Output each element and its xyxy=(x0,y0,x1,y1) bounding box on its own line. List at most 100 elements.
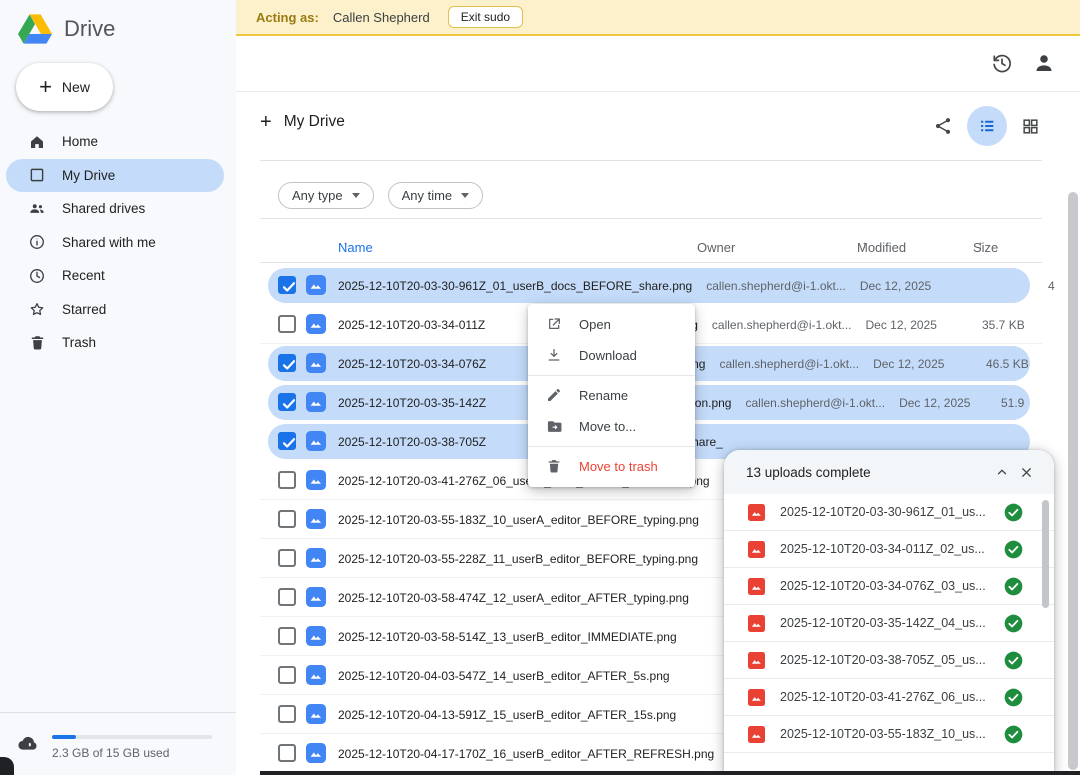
menu-item-open[interactable]: Open xyxy=(528,309,695,340)
filter-type-chip[interactable]: Any type xyxy=(278,182,374,209)
file-name: 2025-12-10T20-03-58-514Z_13_userB_editor… xyxy=(338,630,677,644)
account-icon[interactable] xyxy=(1032,51,1056,75)
sidebar-item-trash[interactable]: Trash xyxy=(6,326,224,360)
upload-file-name: 2025-12-10T20-03-35-142Z_04_us... xyxy=(780,616,986,630)
menu-item-download[interactable]: Download xyxy=(528,340,695,371)
sidebar-item-recent[interactable]: Recent xyxy=(6,259,224,293)
acting-as-banner: Acting as: Callen Shepherd Exit sudo xyxy=(236,0,1080,36)
file-size: 35.7 KB xyxy=(982,318,1025,332)
divider xyxy=(260,262,1042,263)
menu-item-move-to-trash[interactable]: Move to trash xyxy=(528,451,695,482)
sidebar-item-label: Home xyxy=(62,134,98,149)
sidebar-item-starred[interactable]: Starred xyxy=(6,293,224,327)
menu-item-rename[interactable]: Rename xyxy=(528,380,695,411)
row-checkbox[interactable] xyxy=(278,276,296,294)
upload-item[interactable]: 2025-12-10T20-03-34-011Z_02_us... xyxy=(724,531,1054,568)
uploads-title: 13 uploads complete xyxy=(746,465,990,480)
uploads-list: 2025-12-10T20-03-30-961Z_01_us...2025-12… xyxy=(724,494,1054,753)
file-modified: Dec 12, 2025 xyxy=(860,279,931,293)
upload-complete-icon xyxy=(1004,725,1023,744)
divider xyxy=(260,218,1042,219)
collapse-icon[interactable] xyxy=(990,460,1014,484)
home-icon xyxy=(28,133,46,151)
upload-item[interactable]: 2025-12-10T20-03-34-076Z_03_us... xyxy=(724,568,1054,605)
row-checkbox[interactable] xyxy=(278,588,296,606)
upload-complete-icon xyxy=(1004,651,1023,670)
file-name: 2025-12-10T20-04-17-170Z_16_userB_editor… xyxy=(338,747,714,761)
chevron-down-icon xyxy=(352,193,360,198)
main-scrollbar[interactable] xyxy=(1068,192,1078,770)
file-name: 2025-12-10T20-04-03-547Z_14_userB_editor… xyxy=(338,669,670,683)
row-checkbox[interactable] xyxy=(278,393,296,411)
shared-drives-icon xyxy=(28,200,46,218)
image-file-icon xyxy=(306,275,326,295)
image-file-icon xyxy=(306,704,326,724)
list-view-toggle[interactable] xyxy=(967,106,1007,146)
plus-icon: + xyxy=(260,112,272,132)
image-file-icon xyxy=(748,726,765,743)
image-file-icon xyxy=(306,353,326,373)
plus-icon: + xyxy=(39,76,52,98)
storage-progressbar xyxy=(52,735,212,739)
menu-divider xyxy=(528,375,695,376)
image-file-icon xyxy=(748,652,765,669)
menu-item-label: Open xyxy=(579,317,611,332)
close-icon[interactable] xyxy=(1014,460,1038,484)
file-row[interactable]: 2025-12-10T20-03-30-961Z_01_userB_docs_B… xyxy=(260,266,1042,305)
upload-complete-icon xyxy=(1004,503,1023,522)
upload-item[interactable]: 2025-12-10T20-03-35-142Z_04_us... xyxy=(724,605,1054,642)
shared-with-me-icon xyxy=(28,233,46,251)
row-checkbox[interactable] xyxy=(278,744,296,762)
image-file-icon xyxy=(306,626,326,646)
upload-item[interactable]: 2025-12-10T20-03-55-183Z_10_us... xyxy=(724,716,1054,753)
upload-item[interactable]: 2025-12-10T20-03-30-961Z_01_us... xyxy=(724,494,1054,531)
sidebar-item-home[interactable]: Home xyxy=(6,125,224,159)
row-checkbox[interactable] xyxy=(278,549,296,567)
menu-item-move-to[interactable]: Move to... xyxy=(528,411,695,442)
history-icon[interactable] xyxy=(990,51,1014,75)
filter-time-chip[interactable]: Any time xyxy=(388,182,484,209)
row-checkbox[interactable] xyxy=(278,627,296,645)
row-checkbox[interactable] xyxy=(278,705,296,723)
sidebar-item-shared-with-me[interactable]: Shared with me xyxy=(6,226,224,260)
grid-view-icon[interactable] xyxy=(1021,117,1040,136)
row-checkbox[interactable] xyxy=(278,666,296,684)
chevron-down-icon xyxy=(461,193,469,198)
sidebar-item-my-drive[interactable]: My Drive xyxy=(6,159,224,193)
row-checkbox[interactable] xyxy=(278,471,296,489)
uploads-scrollbar[interactable] xyxy=(1042,500,1049,608)
sidebar-nav: Home My Drive Shared drivesShared with meR… xyxy=(0,125,236,360)
upload-item[interactable]: 2025-12-10T20-03-38-705Z_05_us... xyxy=(724,642,1054,679)
row-checkbox[interactable] xyxy=(278,432,296,450)
image-file-icon xyxy=(306,431,326,451)
page-header[interactable]: + My Drive xyxy=(260,112,345,132)
file-owner: callen.shepherd@i-1.okt... xyxy=(706,279,846,293)
file-size: 51.9 xyxy=(1001,396,1024,410)
download-icon xyxy=(546,347,563,364)
drive-logo-icon xyxy=(18,14,52,44)
view-controls xyxy=(933,106,1040,146)
cloud-storage-icon xyxy=(18,735,38,751)
upload-file-name: 2025-12-10T20-03-34-076Z_03_us... xyxy=(780,579,986,593)
image-file-icon xyxy=(306,314,326,334)
sidebar-item-label: My Drive xyxy=(62,168,115,183)
snackbar-edge xyxy=(260,771,1080,775)
uploads-panel-header: 13 uploads complete xyxy=(724,450,1054,494)
image-file-icon xyxy=(306,470,326,490)
my-drive-icon xyxy=(28,166,46,184)
exit-sudo-button[interactable]: Exit sudo xyxy=(448,6,523,28)
upload-item[interactable]: 2025-12-10T20-03-41-276Z_06_us... xyxy=(724,679,1054,716)
image-file-icon xyxy=(748,689,765,706)
file-name: 2025-12-10T20-03-55-183Z_10_userA_editor… xyxy=(338,513,699,527)
image-file-icon xyxy=(306,665,326,685)
file-modified: Dec 12, 2025 xyxy=(873,357,944,371)
upload-complete-icon xyxy=(1004,540,1023,559)
share-icon[interactable] xyxy=(933,116,953,136)
new-button[interactable]: + New xyxy=(16,63,113,111)
sidebar-item-shared-drives[interactable]: Shared drives xyxy=(6,192,224,226)
column-header-owner[interactable]: Owner xyxy=(697,240,735,255)
image-file-icon xyxy=(306,587,326,607)
row-checkbox[interactable] xyxy=(278,315,296,333)
row-checkbox[interactable] xyxy=(278,354,296,372)
row-checkbox[interactable] xyxy=(278,510,296,528)
